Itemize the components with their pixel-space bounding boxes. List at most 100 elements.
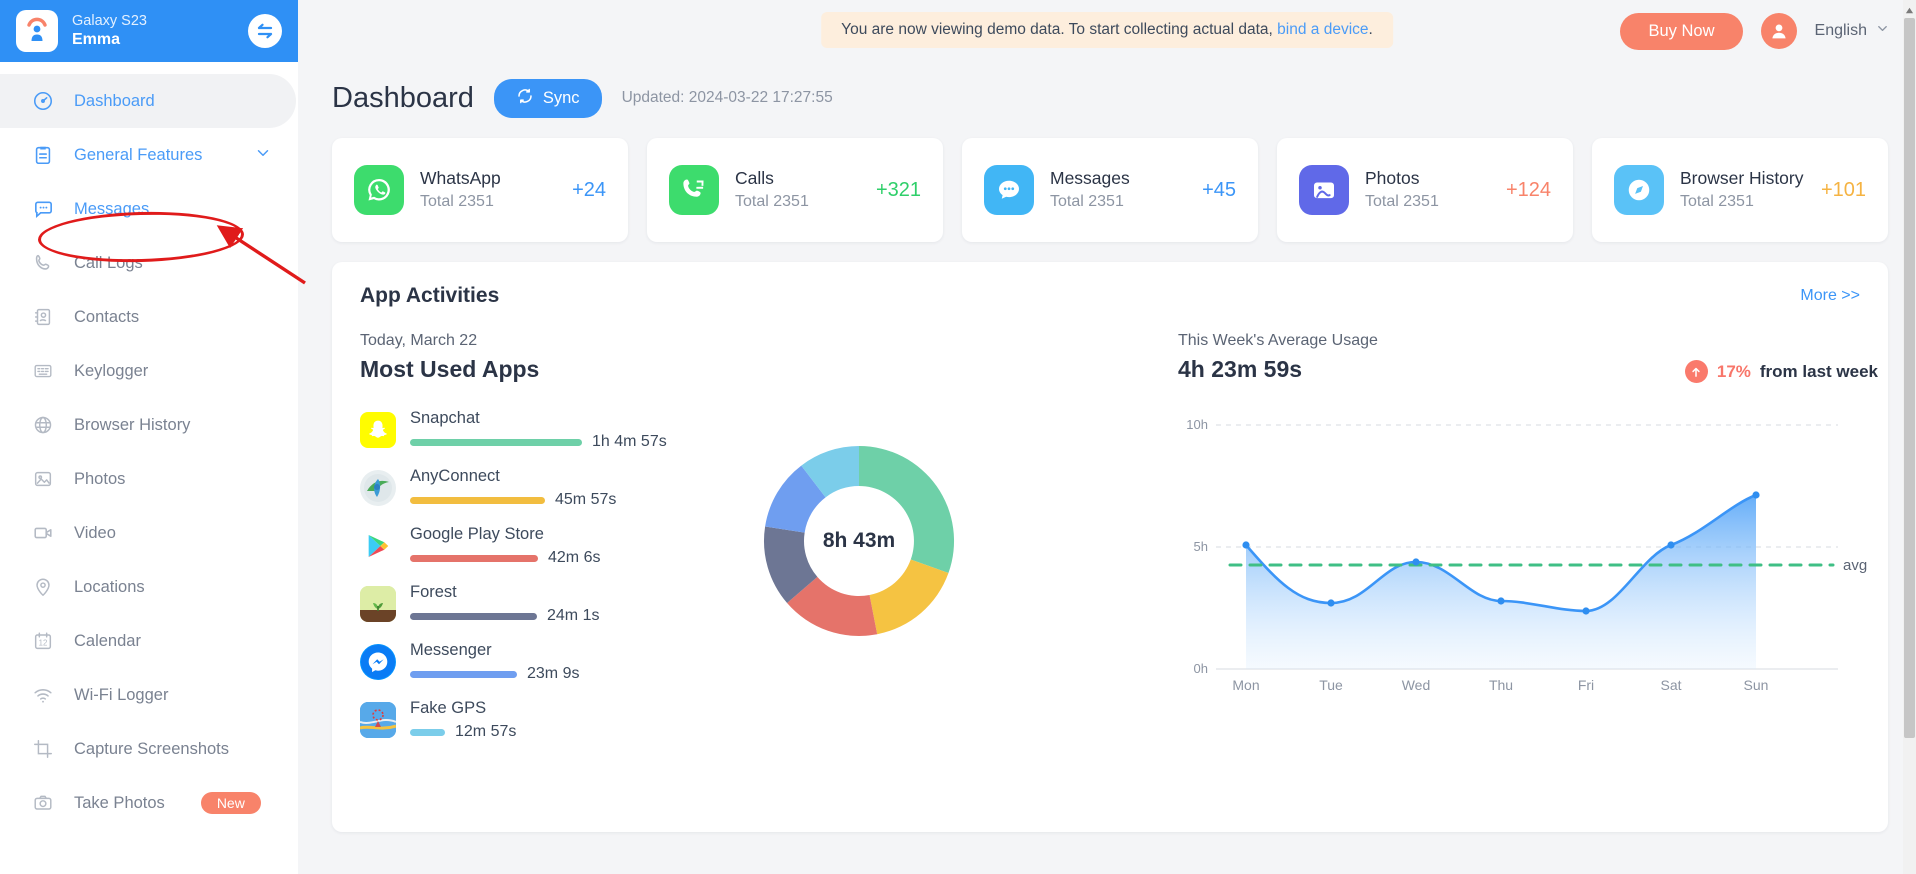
device-header: Galaxy S23 Emma [0, 0, 298, 62]
stat-cards: WhatsApp Total 2351 +24 Calls Total 2351… [332, 138, 1888, 242]
demo-data-banner: You are now viewing demo data. To start … [821, 12, 1393, 48]
google-play-icon [360, 528, 396, 564]
scroll-up-arrow-icon[interactable] [1904, 2, 1915, 18]
sidebar: Galaxy S23 Emma Dashboard General Featur… [0, 0, 306, 874]
stat-card-text: Photos Total 2351 [1365, 167, 1439, 212]
forest-icon [360, 586, 396, 622]
stat-card-delta: +24 [572, 178, 606, 201]
stat-card-delta: +124 [1505, 178, 1551, 201]
messenger-icon [360, 644, 396, 680]
crop-icon [30, 736, 56, 762]
stat-card-calls[interactable]: Calls Total 2351 +321 [647, 138, 943, 242]
dashboard-gauge-icon [30, 88, 56, 114]
trend-text: from last week [1759, 361, 1878, 381]
sidebar-item-label: Capture Screenshots [74, 739, 230, 758]
app-bar-row: 23m 9s [410, 665, 690, 683]
chevron-down-icon [1875, 21, 1890, 41]
sync-button-label: Sync [542, 88, 580, 107]
sidebar-item-contacts[interactable]: Contacts [0, 290, 298, 344]
sidebar-menu: Dashboard General Features Messages Call… [0, 62, 298, 830]
panel-header: App Activities More >> [360, 284, 1860, 308]
app-bar-row: 24m 1s [410, 607, 690, 625]
sidebar-item-browser-history[interactable]: Browser History [0, 398, 298, 452]
scrollbar-thumb[interactable] [1904, 18, 1915, 738]
sidebar-item-dashboard[interactable]: Dashboard [0, 74, 296, 128]
buy-now-button[interactable]: Buy Now [1620, 12, 1743, 50]
data-point [1242, 541, 1250, 549]
list-item[interactable]: Fake GPS 12m 57s [360, 691, 690, 749]
usage-bar [410, 554, 538, 562]
stat-card-name: Photos [1365, 168, 1420, 189]
app-name: Forest [410, 583, 457, 601]
sidebar-item-call-logs[interactable]: Call Logs [0, 236, 298, 290]
stat-card-browser-history[interactable]: Browser History Total 2351 +101 [1592, 138, 1888, 242]
stat-card-messages[interactable]: Messages Total 2351 +45 [962, 138, 1258, 242]
banner-text: You are now viewing demo data. To start … [841, 21, 1273, 38]
user-avatar-icon[interactable] [1760, 13, 1797, 49]
stat-card-text: Browser History Total 2351 [1680, 167, 1804, 212]
language-selector[interactable]: English [1815, 21, 1890, 41]
sidebar-item-messages[interactable]: Messages [0, 182, 298, 236]
stat-card-photos[interactable]: Photos Total 2351 +124 [1277, 138, 1573, 242]
language-label: English [1814, 22, 1867, 39]
y-tick-5h: 5h [1194, 539, 1208, 554]
sidebar-item-label: Messages [74, 199, 150, 218]
sync-button[interactable]: Sync [493, 78, 602, 118]
device-meta: Galaxy S23 Emma [72, 12, 234, 50]
switch-device-icon[interactable] [248, 14, 282, 48]
banner-tail: . [1368, 21, 1373, 38]
sidebar-item-photos[interactable]: Photos [0, 452, 298, 506]
stat-card-whatsapp[interactable]: WhatsApp Total 2351 +24 [332, 138, 628, 242]
sidebar-item-keylogger[interactable]: Keylogger [0, 344, 298, 398]
arrow-up-icon [1684, 360, 1708, 383]
stat-card-text: Messages Total 2351 [1050, 167, 1130, 212]
stat-card-total: Total 2351 [735, 193, 809, 211]
phone-icon [30, 250, 56, 276]
app-list: Snapchat 1h 4m 57s AnyConnect 45m 57s Go… [360, 401, 690, 749]
sidebar-item-general-features[interactable]: General Features [0, 128, 298, 182]
page-title: Dashboard [332, 81, 474, 114]
sidebar-item-capture-screenshots[interactable]: Capture Screenshots [0, 722, 298, 776]
updated-timestamp: Updated: 2024-03-22 17:27:55 [621, 89, 833, 106]
sidebar-item-label: Keylogger [74, 361, 149, 380]
sidebar-item-label: Contacts [74, 307, 140, 326]
app-bar-row: 45m 57s [410, 491, 690, 509]
app-info: Snapchat 1h 4m 57s [410, 409, 690, 451]
stat-card-delta: +45 [1202, 178, 1236, 201]
browser-compass-icon [1614, 165, 1664, 215]
sidebar-item-label: Browser History [74, 415, 191, 434]
sidebar-item-label: Photos [74, 469, 126, 488]
x-tick-sun: Sun [1744, 677, 1769, 693]
today-label: Today, March 22 [360, 332, 478, 349]
y-tick-10h: 10h [1186, 417, 1208, 432]
list-item[interactable]: Forest 24m 1s [360, 575, 690, 633]
stat-card-delta: +321 [875, 178, 921, 201]
more-link[interactable]: More >> [1800, 287, 1860, 305]
sidebar-item-calendar[interactable]: 12 Calendar [0, 614, 298, 668]
bind-a-device-link[interactable]: bind a device [1277, 21, 1368, 38]
list-item[interactable]: Messenger 23m 9s [360, 633, 690, 691]
page-scrollbar[interactable] [1903, 0, 1916, 874]
chevron-down-icon[interactable] [254, 144, 272, 167]
sidebar-item-video[interactable]: Video [0, 506, 298, 560]
x-tick-fri: Fri [1578, 677, 1594, 693]
sidebar-item-locations[interactable]: Locations [0, 560, 298, 614]
stat-card-name: Browser History [1680, 168, 1804, 189]
list-item[interactable]: Google Play Store 42m 6s [360, 517, 690, 575]
status-badge: New [200, 792, 261, 814]
list-item[interactable]: Snapchat 1h 4m 57s [360, 401, 690, 459]
stat-card-text: WhatsApp Total 2351 [420, 167, 501, 212]
list-item[interactable]: AnyConnect 45m 57s [360, 459, 690, 517]
app-time: 1h 4m 57s [592, 433, 667, 450]
sidebar-item-label: General Features [74, 145, 203, 164]
app-info: Fake GPS 12m 57s [410, 699, 690, 741]
stat-card-total: Total 2351 [420, 193, 494, 211]
sidebar-item-label: Video [74, 523, 116, 542]
sidebar-item-wifi-logger[interactable]: Wi-Fi Logger [0, 668, 298, 722]
image-icon [30, 466, 56, 492]
panel-title: App Activities [360, 284, 500, 307]
stat-card-delta: +101 [1820, 178, 1866, 201]
app-time: 24m 1s [547, 607, 600, 624]
donut-center-label: 8h 43m [822, 529, 896, 552]
sidebar-item-take-photos[interactable]: Take Photos New [0, 776, 298, 830]
